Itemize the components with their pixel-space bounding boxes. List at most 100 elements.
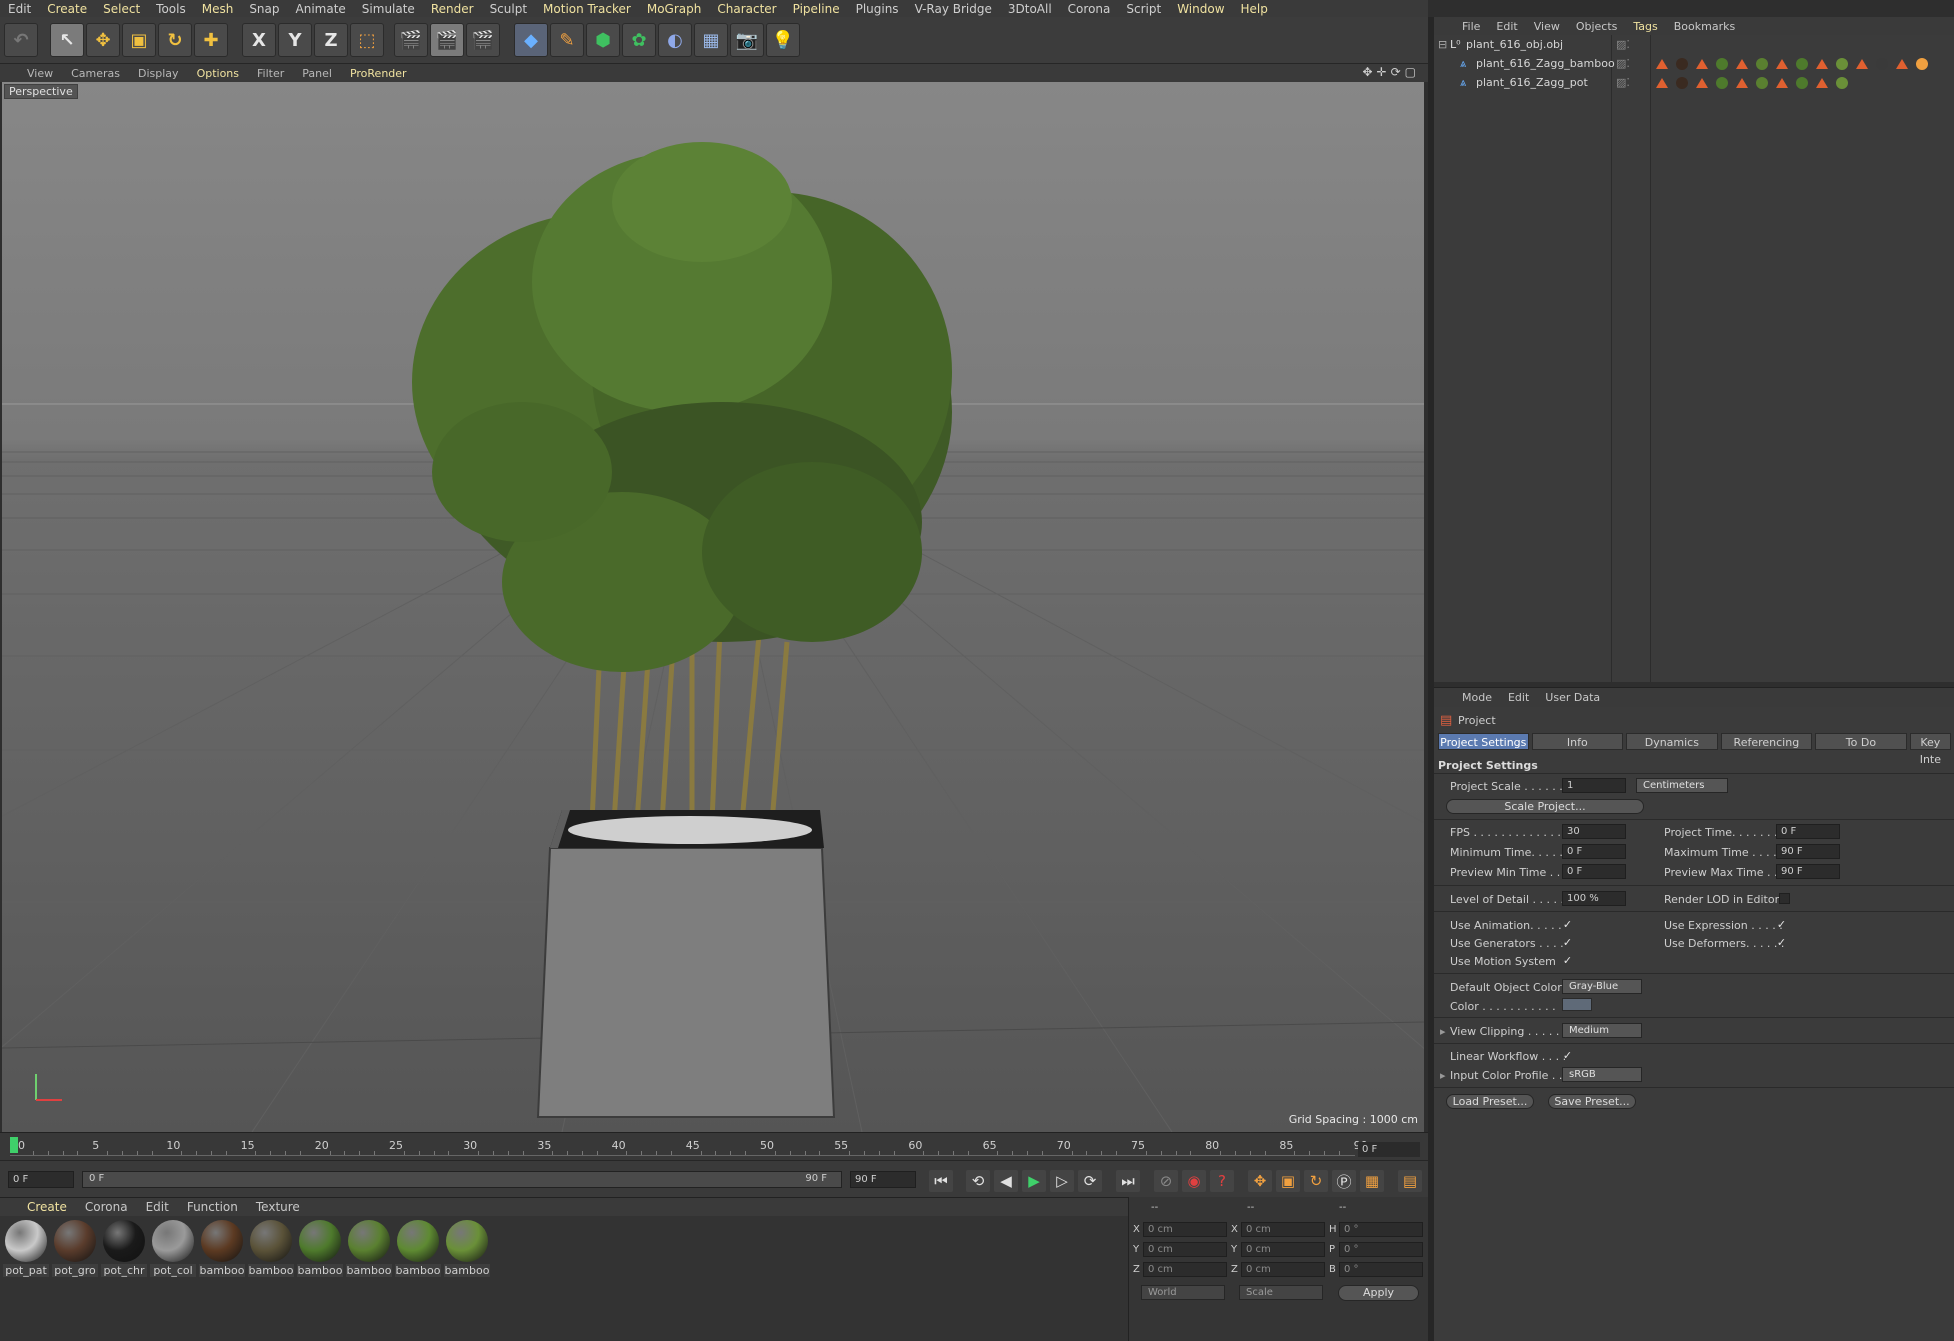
tab-dynamics[interactable]: Dynamics (1626, 733, 1718, 750)
menu-snap[interactable]: Snap (241, 2, 287, 16)
minimum-time-field[interactable]: 0 F (1562, 844, 1626, 859)
record-keys-icon[interactable]: ⊘ (1154, 1170, 1178, 1192)
visibility-dots-icon[interactable]: ▨⁚ (1616, 73, 1630, 92)
rotation-p-field[interactable]: 0 ° (1339, 1242, 1423, 1257)
project-time-field[interactable]: 0 F (1776, 824, 1840, 839)
nurbs-icon[interactable]: ⬢ (586, 23, 620, 57)
playhead-marker[interactable] (10, 1137, 18, 1153)
material-tag-icon[interactable] (1876, 58, 1888, 70)
tab-info[interactable]: Info (1531, 733, 1624, 750)
phong-tag-icon[interactable] (1856, 59, 1868, 69)
object-menu-edit[interactable]: Edit (1488, 20, 1525, 33)
viewport-menu-filter[interactable]: Filter (248, 67, 293, 80)
key-rotation-icon[interactable]: ↻ (1304, 1170, 1328, 1192)
menu-v-ray-bridge[interactable]: V-Ray Bridge (907, 2, 1000, 16)
position-z-field[interactable]: 0 cm (1143, 1262, 1227, 1277)
viewport-menu-view[interactable]: View (18, 67, 62, 80)
render-picture-viewer-icon[interactable]: 🎬 (430, 23, 464, 57)
maximum-time-field[interactable]: 90 F (1776, 844, 1840, 859)
menu-animate[interactable]: Animate (288, 2, 354, 16)
coordinate-mode-dropdown[interactable]: World (1141, 1285, 1225, 1300)
key-pla-icon[interactable]: ▦ (1360, 1170, 1384, 1192)
axis-x-button[interactable]: X (242, 23, 276, 57)
tab-to-do[interactable]: To Do (1815, 733, 1907, 750)
next-frame-icon[interactable]: ▷ (1050, 1170, 1074, 1192)
next-key-icon[interactable]: ⟳ (1078, 1170, 1102, 1192)
menu-script[interactable]: Script (1118, 2, 1169, 16)
deformer-icon[interactable]: ◐ (658, 23, 692, 57)
material-swatch[interactable]: bamboo (297, 1220, 343, 1278)
render-lod-checkbox[interactable] (1779, 893, 1790, 904)
current-frame-field[interactable]: 0 F (1358, 1142, 1420, 1157)
preview-min-time-field[interactable]: 0 F (1562, 864, 1626, 879)
scale-unit-dropdown[interactable]: Centimeters (1636, 778, 1728, 793)
expand-arrow-icon[interactable]: ▸ (1440, 1069, 1446, 1082)
menu-mograph[interactable]: MoGraph (639, 2, 710, 16)
material-swatch[interactable]: bamboo (346, 1220, 392, 1278)
phong-tag-icon[interactable] (1776, 59, 1788, 69)
timeline-window-icon[interactable]: ▤ (1398, 1170, 1422, 1192)
timeline-ruler[interactable]: 051015202530354045505560657075808590 0 F (0, 1132, 1428, 1160)
previous-frame-icon[interactable]: ◀ (994, 1170, 1018, 1192)
material-tag-icon[interactable] (1676, 77, 1688, 89)
collapse-icon[interactable]: ⊟ (1438, 35, 1447, 54)
visibility-dots-icon[interactable]: ▨⁚ (1616, 35, 1630, 54)
viewport-menu-cameras[interactable]: Cameras (62, 67, 129, 80)
material-swatch[interactable]: pot_gro (52, 1220, 98, 1278)
material-menu-corona[interactable]: Corona (76, 1200, 137, 1214)
attribute-menu-edit[interactable]: Edit (1500, 691, 1537, 704)
object-row-bamboo[interactable]: ⩓ plant_616_Zagg_bamboo ▨⁚ (1434, 54, 1954, 73)
phong-tag-icon[interactable] (1816, 78, 1828, 88)
material-tag-icon[interactable] (1916, 58, 1928, 70)
material-swatch[interactable]: bamboo (395, 1220, 441, 1278)
save-preset-button[interactable]: Save Preset... (1548, 1094, 1636, 1109)
view-clipping-dropdown[interactable]: Medium (1562, 1023, 1642, 1038)
key-parameter-icon[interactable]: Ⓟ (1332, 1170, 1356, 1192)
color-swatch[interactable] (1562, 998, 1592, 1011)
material-swatch[interactable]: pot_chr (101, 1220, 147, 1278)
material-swatch[interactable]: bamboo (444, 1220, 490, 1278)
use-expression-checkbox[interactable]: ✓ (1776, 919, 1787, 930)
viewport-menu-prorender[interactable]: ProRender (341, 67, 416, 80)
input-color-profile-dropdown[interactable]: sRGB (1562, 1067, 1642, 1082)
spline-pen-icon[interactable]: ✎ (550, 23, 584, 57)
render-view-icon[interactable]: 🎬 (394, 23, 428, 57)
axis-z-button[interactable]: Z (314, 23, 348, 57)
linear-workflow-checkbox[interactable]: ✓ (1562, 1050, 1573, 1061)
object-name[interactable]: plant_616_Zagg_bamboo (1476, 54, 1615, 73)
menu-render[interactable]: Render (423, 2, 482, 16)
phong-tag-icon[interactable] (1696, 78, 1708, 88)
material-tag-icon[interactable] (1716, 58, 1728, 70)
material-tag-icon[interactable] (1836, 58, 1848, 70)
project-scale-field[interactable]: 1 (1562, 778, 1626, 793)
size-mode-dropdown[interactable]: Scale (1239, 1285, 1323, 1300)
menu-3dtoall[interactable]: 3DtoAll (1000, 2, 1060, 16)
material-tags-bamboo[interactable] (1656, 54, 1946, 73)
select-tool-icon[interactable]: ↖ (50, 23, 84, 57)
axis-y-button[interactable]: Y (278, 23, 312, 57)
camera-icon[interactable]: 📷 (730, 23, 764, 57)
tab-project-settings[interactable]: Project Settings (1438, 733, 1529, 750)
menu-help[interactable]: Help (1233, 2, 1276, 16)
material-menu-texture[interactable]: Texture (247, 1200, 309, 1214)
move-tool-icon[interactable]: ✥ (86, 23, 120, 57)
phong-tag-icon[interactable] (1736, 78, 1748, 88)
phong-tag-icon[interactable] (1696, 59, 1708, 69)
rotation-b-field[interactable]: 0 ° (1339, 1262, 1423, 1277)
menu-pipeline[interactable]: Pipeline (785, 2, 848, 16)
material-menu-function[interactable]: Function (178, 1200, 247, 1214)
perspective-viewport[interactable]: Perspective Grid Spacing : 1000 cm (2, 82, 1424, 1132)
material-tag-icon[interactable] (1836, 77, 1848, 89)
level-of-detail-field[interactable]: 100 % (1562, 891, 1626, 906)
phong-tag-icon[interactable] (1776, 78, 1788, 88)
transform-tool-icon[interactable]: ✚ (194, 23, 228, 57)
preview-range-slider[interactable]: 0 F 90 F (82, 1171, 842, 1188)
scale-project-button[interactable]: Scale Project... (1446, 799, 1644, 814)
menu-sculpt[interactable]: Sculpt (482, 2, 535, 16)
size-y-field[interactable]: 0 cm (1241, 1242, 1325, 1257)
menu-select[interactable]: Select (95, 2, 148, 16)
menu-character[interactable]: Character (709, 2, 784, 16)
rotate-tool-icon[interactable]: ↻ (158, 23, 192, 57)
play-icon[interactable]: ▶ (1022, 1170, 1046, 1192)
menu-mesh[interactable]: Mesh (194, 2, 242, 16)
